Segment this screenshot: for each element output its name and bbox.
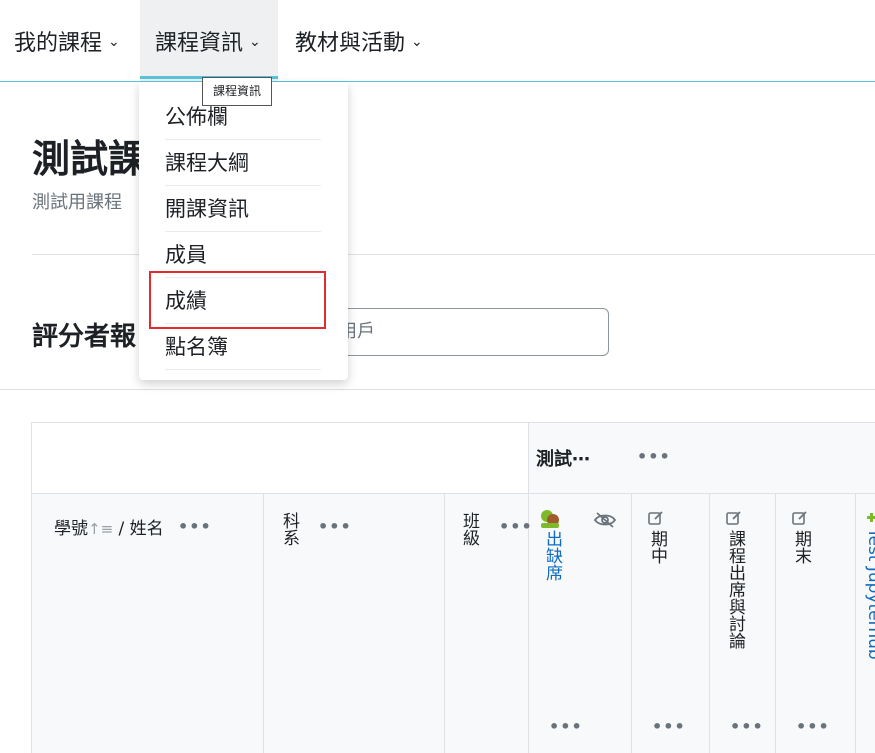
edit-icon	[726, 511, 741, 525]
column-header-discussion: 課程出席與討論 •••	[710, 494, 776, 753]
menu-item-syllabus[interactable]: 課程大綱	[165, 140, 321, 186]
midterm-label[interactable]: 期中	[647, 530, 667, 564]
menu-item-grades[interactable]: 成績	[165, 278, 321, 324]
sort-ascending-icon: ↑≡	[88, 520, 114, 538]
id-label: 學號	[54, 519, 88, 539]
search-users-input[interactable]: 用戶	[326, 308, 609, 356]
edit-icon	[648, 511, 663, 525]
chevron-down-icon: ⌄	[249, 33, 261, 50]
column-header-dept: 科系 •••	[264, 494, 445, 753]
attendance-link[interactable]: 出缺席	[542, 530, 562, 581]
chevron-down-icon: ⌄	[108, 33, 120, 50]
edit-icon	[792, 511, 807, 525]
nav-materials[interactable]: 教材與活動 ⌄	[295, 0, 423, 81]
midterm-column-actions[interactable]: •••	[652, 719, 686, 735]
name-label: / 姓名	[113, 519, 164, 539]
nav-materials-label: 教材與活動	[295, 30, 406, 56]
plugin-icon	[867, 513, 875, 522]
dept-column-actions[interactable]: •••	[318, 519, 352, 535]
dept-label: 科系	[279, 512, 299, 546]
column-header-class: 班級 •••	[445, 494, 532, 753]
category-header: 測試⋯ •••	[529, 423, 875, 494]
discussion-label[interactable]: 課程出席與討論	[725, 530, 745, 649]
hidden-eye-icon	[593, 512, 617, 528]
attendance-column-actions[interactable]: •••	[549, 719, 583, 735]
page-title: 測試課	[32, 137, 147, 181]
grade-table: 測試⋯ ••• 學號↑≡ / 姓名 ••• 科系 ••• 班級 ••• 出缺席 …	[31, 422, 875, 753]
menu-item-attendance-register[interactable]: 點名簿	[165, 324, 321, 370]
category-actions-menu[interactable]: •••	[637, 449, 671, 465]
column-header-final: 期末 •••	[776, 494, 856, 753]
page-subtitle: 測試用課程	[32, 192, 122, 213]
nav-course-info-label: 課程資訊	[155, 30, 244, 56]
column-header-attendance: 出缺席 •••	[529, 494, 632, 753]
final-label[interactable]: 期末	[791, 530, 811, 564]
nav-my-courses[interactable]: 我的課程 ⌄	[14, 0, 120, 81]
chevron-down-icon: ⌄	[411, 33, 423, 50]
column-header-test-jupyterhub: Test Jupyterhub	[856, 494, 875, 753]
table-header-spacer	[32, 423, 529, 494]
menu-item-participants[interactable]: 成員	[165, 232, 321, 278]
menu-item-course-info[interactable]: 開課資訊	[165, 186, 321, 232]
grader-report-title: 評分者報	[32, 322, 137, 352]
column-header-midterm: 期中 •••	[632, 494, 710, 753]
name-column-actions[interactable]: •••	[178, 519, 212, 535]
sort-id-link[interactable]: 學號↑≡ / 姓名	[54, 514, 164, 539]
nav-course-info[interactable]: 課程資訊 ⌄	[140, 0, 278, 81]
attendance-icon	[541, 510, 559, 528]
top-navigation: 我的課程 ⌄ 課程資訊 ⌄ 教材與活動 ⌄	[0, 0, 875, 82]
class-label: 班級	[459, 512, 479, 546]
category-label: 測試⋯	[536, 449, 590, 470]
tooltip: 課程資訊	[202, 77, 273, 106]
course-info-dropdown: 公佈欄 課程大綱 開課資訊 成員 成績 點名簿	[139, 82, 348, 380]
nav-my-courses-label: 我的課程	[14, 30, 103, 56]
divider	[0, 389, 875, 390]
final-column-actions[interactable]: •••	[796, 719, 830, 735]
column-header-name: 學號↑≡ / 姓名 •••	[32, 494, 264, 753]
class-column-actions[interactable]: •••	[499, 519, 533, 535]
discussion-column-actions[interactable]: •••	[730, 719, 764, 735]
test-jupyterhub-link[interactable]: Test Jupyterhub	[864, 528, 875, 660]
